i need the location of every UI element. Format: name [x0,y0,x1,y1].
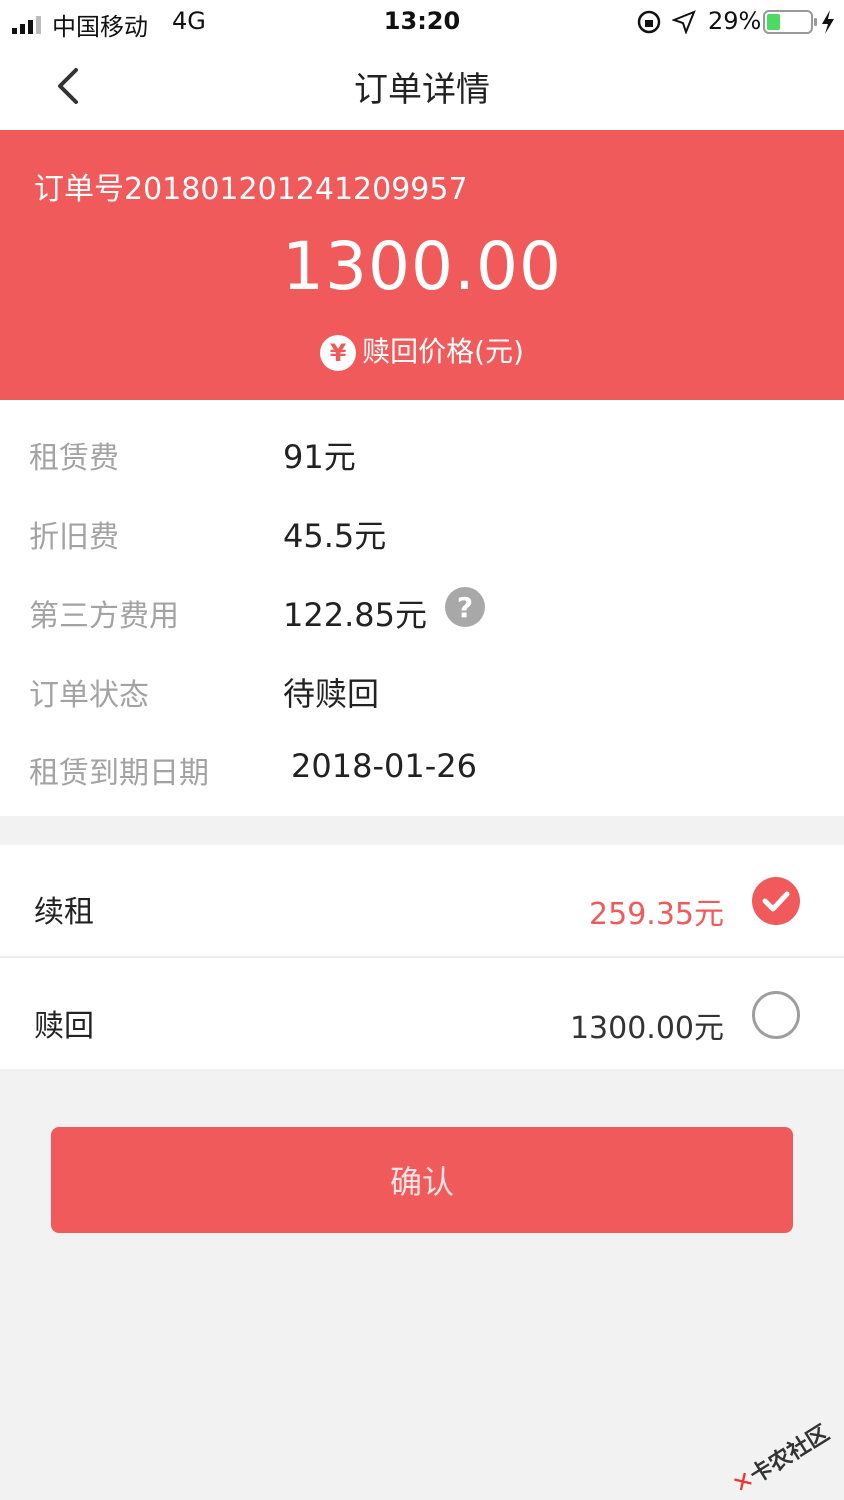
order-number: 订单号201801201241209957 [34,172,468,207]
location-arrow-icon [671,10,696,40]
option-renew[interactable]: 续租 259.35元 [0,845,844,956]
detail-label: 租赁到期日期 [29,756,209,791]
price-label-row: ¥ 赎回价格(元) [0,330,844,371]
option-label: 赎回 [34,1009,94,1044]
detail-label: 订单状态 [29,678,149,713]
detail-label: 折旧费 [29,520,119,555]
watermark-text: 卡农社区 [745,1420,834,1489]
detail-label: 租赁费 [29,441,119,476]
detail-value: 2018-01-26 [291,747,477,785]
check-icon [752,877,800,925]
confirm-button[interactable]: 确认 [51,1127,793,1233]
option-price: 259.35元 [589,897,724,932]
status-bar: 中国移动 4G 13:20 29% [0,0,844,44]
battery-percent: 29% [708,7,762,35]
yen-icon: ¥ [320,335,357,371]
option-label: 续租 [34,895,94,930]
order-summary: 订单号201801201241209957 1300.00 ¥ 赎回价格(元) [0,130,844,400]
option-redeem[interactable]: 赎回 1300.00元 [0,958,844,1069]
price-label: 赎回价格(元) [362,335,524,368]
detail-value: 待赎回 [283,675,380,713]
rotation-lock-icon [636,9,662,41]
option-price: 1300.00元 [569,1011,724,1046]
redeem-amount: 1300.00 [282,228,562,305]
order-details: 租赁费 91元 折旧费 45.5元 第三方费用 122.85元 ? 订单状态 待… [0,400,844,816]
option-list: 续租 259.35元 赎回 1300.00元 [0,845,844,1069]
detail-value: 122.85元 [283,596,427,634]
watermark-logo: ✕卡农社区 [726,1416,835,1500]
detail-value: 45.5元 [283,517,387,555]
charging-bolt-icon [820,9,836,41]
page-title: 订单详情 [354,70,490,110]
detail-label: 第三方费用 [29,599,179,634]
detail-value: 91元 [283,438,356,476]
nav-bar: 订单详情 [0,44,844,131]
help-icon[interactable]: ? [445,587,485,627]
radio-empty-icon [752,991,800,1039]
battery-icon [763,9,821,41]
